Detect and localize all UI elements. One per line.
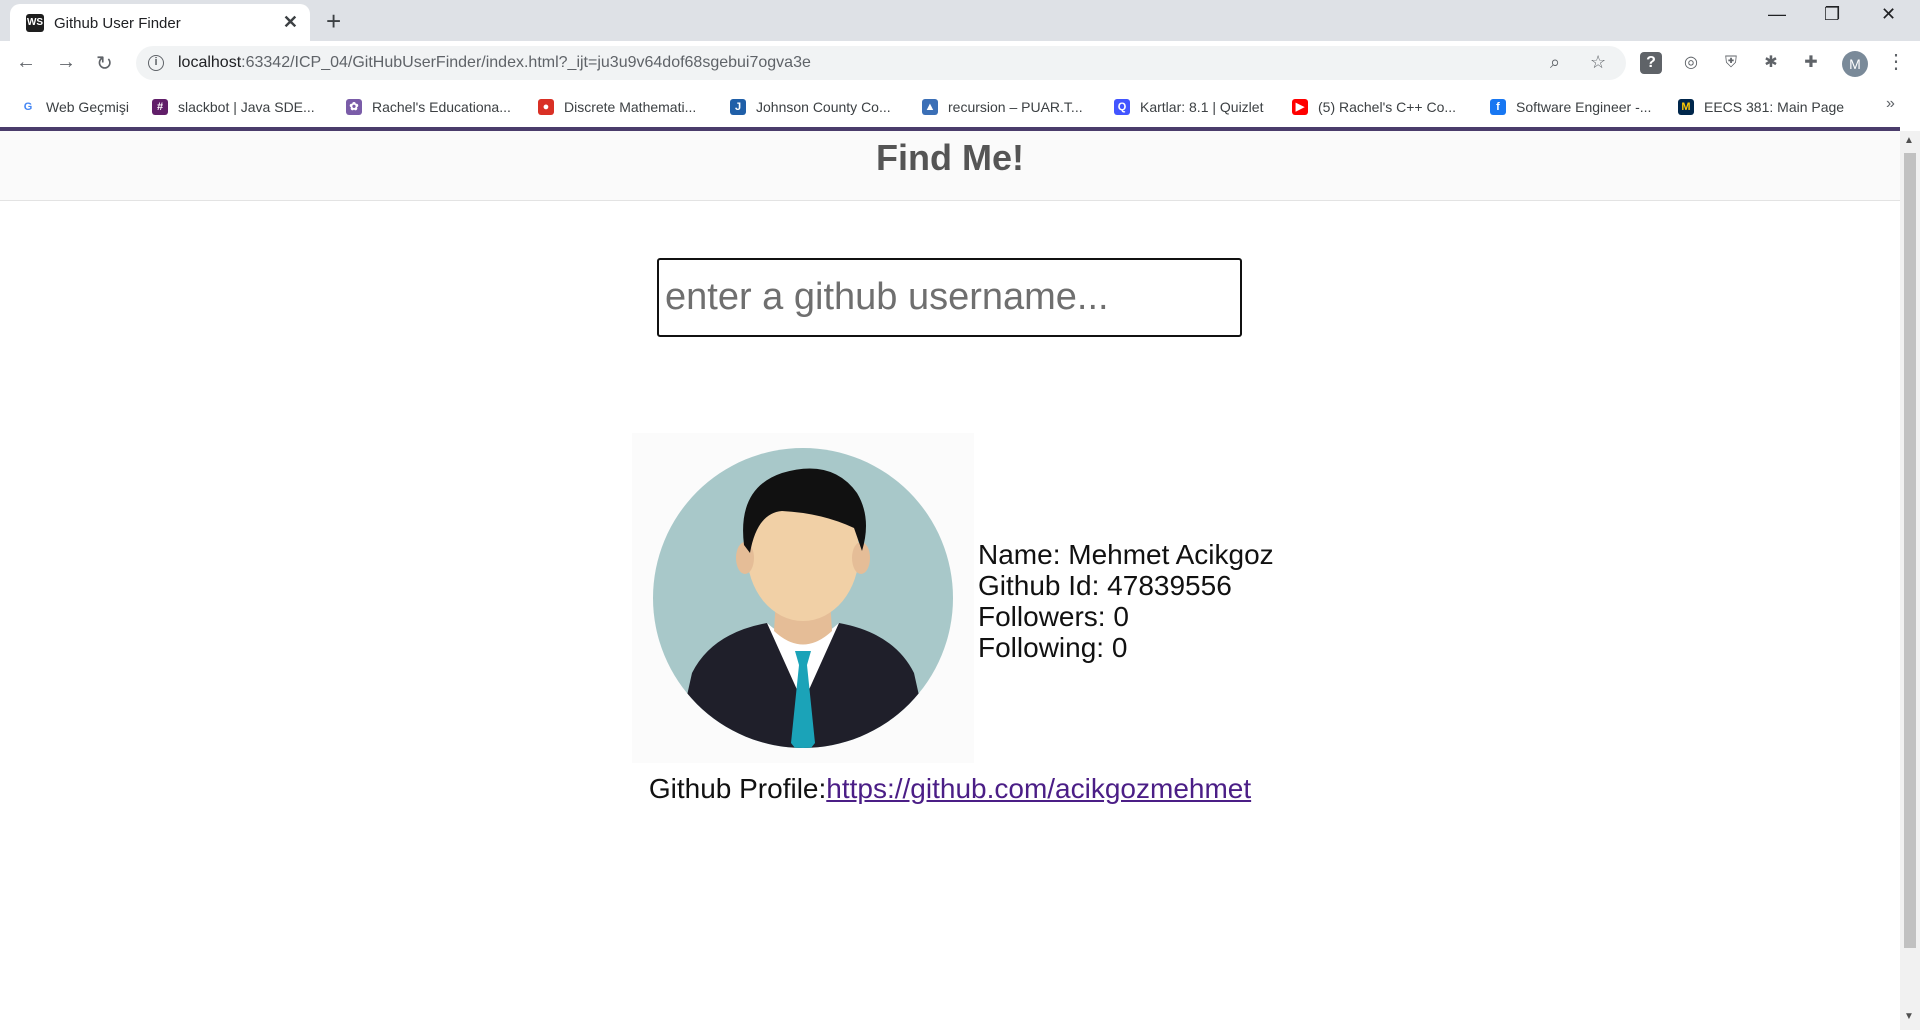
address-bar[interactable]: i localhost:63342/ICP_04/GitHubUserFinde… xyxy=(136,46,1626,80)
new-tab-button[interactable]: + xyxy=(326,6,341,37)
bookmark-item[interactable]: f Software Engineer -... xyxy=(1490,96,1651,118)
help-extension-icon[interactable]: ? xyxy=(1640,52,1662,74)
bookmark-item[interactable]: # slackbot | Java SDE... xyxy=(152,96,315,118)
bookmark-favicon-icon: ✿ xyxy=(346,99,362,115)
reload-icon[interactable]: ↻ xyxy=(96,51,113,76)
bookmark-label: Johnson County Co... xyxy=(756,99,891,115)
site-info-icon[interactable]: i xyxy=(148,55,164,71)
bookmark-item[interactable]: ✿ Rachel's Educationa... xyxy=(346,96,511,118)
bookmarks-bar: G Web Geçmişi # slackbot | Java SDE... ✿ Rach… xyxy=(0,87,1920,127)
bookmark-item[interactable]: ▲ recursion – PUAR.T... xyxy=(922,96,1083,118)
bookmarks-overflow-icon[interactable]: » xyxy=(1886,95,1895,113)
bookmark-item[interactable]: ● Discrete Mathemati... xyxy=(538,96,696,118)
user-info: Name: Mehmet Acikgoz Github Id: 47839556… xyxy=(978,539,1274,663)
github-profile-line: Github Profile:https://github.com/acikgo… xyxy=(0,773,1900,805)
shield-extension-icon[interactable]: ⛨ xyxy=(1720,52,1742,74)
bookmark-label: recursion – PUAR.T... xyxy=(948,99,1083,115)
bookmark-label: Software Engineer -... xyxy=(1516,99,1652,115)
page-title: Find Me! xyxy=(876,137,1024,178)
bookmark-star-icon[interactable]: ☆ xyxy=(1590,52,1606,73)
user-avatar xyxy=(632,433,974,763)
bookmark-favicon-icon: ▶ xyxy=(1292,99,1308,115)
user-name: Name: Mehmet Acikgoz xyxy=(978,539,1274,570)
browser-toolbar: ← → ↻ i localhost:63342/ICP_04/GitHubUse… xyxy=(0,41,1920,87)
bookmark-item[interactable]: J Johnson County Co... xyxy=(730,96,891,118)
bookmark-item[interactable]: G Web Geçmişi xyxy=(20,96,129,118)
tab-title: Github User Finder xyxy=(54,15,181,32)
url-text[interactable]: localhost:63342/ICP_04/GitHubUserFinder/… xyxy=(178,54,811,72)
bookmark-label: Kartlar: 8.1 | Quizlet xyxy=(1140,99,1264,115)
puzzle-extensions-icon[interactable]: ✚ xyxy=(1800,52,1822,74)
profile-avatar[interactable]: M xyxy=(1842,51,1868,77)
user-github-id: Github Id: 47839556 xyxy=(978,570,1232,601)
bookmark-item[interactable]: M EECS 381: Main Page xyxy=(1678,96,1844,118)
chrome-menu-icon[interactable]: ⋮ xyxy=(1886,49,1906,74)
zoom-icon[interactable]: ⌕ xyxy=(1550,52,1560,73)
page-header: Find Me! xyxy=(0,131,1900,201)
user-followers: Followers: 0 xyxy=(978,601,1129,632)
bookmark-label: Rachel's Educationa... xyxy=(372,99,511,115)
bookmark-favicon-icon: G xyxy=(20,99,36,115)
username-search-input[interactable] xyxy=(657,258,1242,337)
page-scrollbar[interactable]: ▲ ▼ xyxy=(1900,131,1920,1030)
page-viewport: Find Me! enter a github username... Name… xyxy=(0,131,1900,1030)
user-following: Following: 0 xyxy=(978,632,1128,663)
bookmark-label: slackbot | Java SDE... xyxy=(178,99,315,115)
circle-extension-icon[interactable]: ◎ xyxy=(1680,52,1702,74)
bookmark-favicon-icon: Q xyxy=(1114,99,1130,115)
bookmark-item[interactable]: ▶ (5) Rachel's C++ Co... xyxy=(1292,96,1456,118)
scroll-thumb[interactable] xyxy=(1904,153,1916,948)
url-path: :63342/ICP_04/GitHubUserFinder/index.htm… xyxy=(241,54,811,71)
back-arrow-icon[interactable]: ← xyxy=(16,51,36,74)
github-profile-link[interactable]: https://github.com/acikgozmehmet xyxy=(826,773,1251,804)
bookmark-label: EECS 381: Main Page xyxy=(1704,99,1845,115)
bookmark-label: Discrete Mathemati... xyxy=(564,99,697,115)
person-avatar-icon xyxy=(653,448,953,748)
bookmark-favicon-icon: M xyxy=(1678,99,1694,115)
tab-close-icon[interactable]: ✕ xyxy=(283,12,298,33)
webstorm-favicon-icon: WS xyxy=(24,12,46,34)
scroll-down-icon[interactable]: ▼ xyxy=(1904,1011,1914,1022)
bookmark-favicon-icon: # xyxy=(152,99,168,115)
minimize-button[interactable]: — xyxy=(1768,4,1786,25)
bookmark-label: (5) Rachel's C++ Co... xyxy=(1318,99,1457,115)
bug-extension-icon[interactable]: ✱ xyxy=(1760,52,1782,74)
github-profile-label: Github Profile: xyxy=(648,773,827,804)
bookmark-favicon-icon: ● xyxy=(538,99,554,115)
bookmark-label: Web Geçmişi xyxy=(46,99,129,115)
bookmark-favicon-icon: J xyxy=(730,99,746,115)
forward-arrow-icon[interactable]: → xyxy=(56,51,76,74)
bookmark-favicon-icon: ▲ xyxy=(922,99,938,115)
tab-strip: WS Github User Finder ✕ + — ❐ ✕ xyxy=(0,0,1920,41)
url-host: localhost xyxy=(178,54,242,71)
scroll-up-icon[interactable]: ▲ xyxy=(1904,135,1914,146)
browser-tab[interactable]: WS Github User Finder ✕ xyxy=(10,4,310,41)
bookmark-item[interactable]: Q Kartlar: 8.1 | Quizlet xyxy=(1114,96,1263,118)
restore-button[interactable]: ❐ xyxy=(1824,4,1840,25)
bookmark-favicon-icon: f xyxy=(1490,99,1506,115)
close-window-button[interactable]: ✕ xyxy=(1881,4,1896,25)
